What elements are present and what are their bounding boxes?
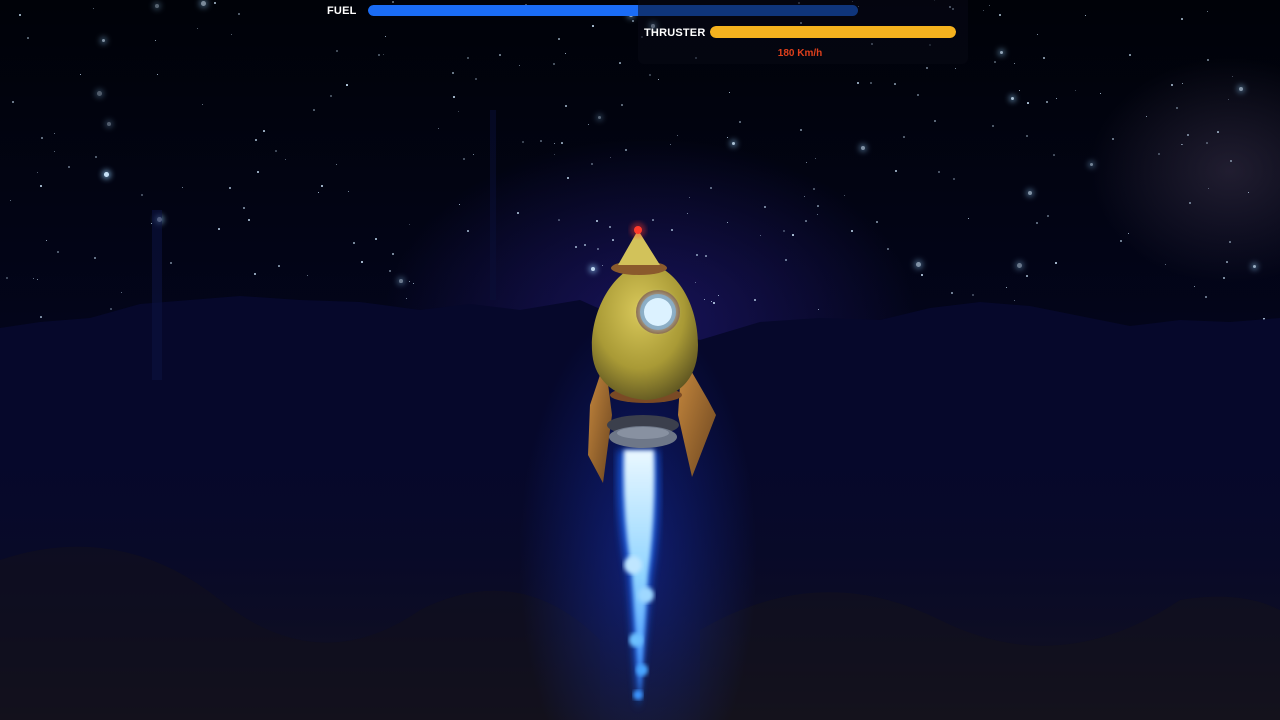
fuel-label: FUEL — [327, 5, 357, 17]
speed-readout: 180 Km/h — [777, 48, 823, 59]
rocket-body — [591, 263, 698, 400]
thruster-bar-fill — [710, 26, 956, 38]
thruster-label: THRUSTER — [644, 27, 706, 39]
thruster-flame — [617, 450, 660, 710]
game-viewport[interactable] — [0, 0, 1280, 720]
porthole — [636, 290, 680, 334]
rocket — [588, 222, 716, 710]
thruster-bar — [710, 26, 956, 38]
